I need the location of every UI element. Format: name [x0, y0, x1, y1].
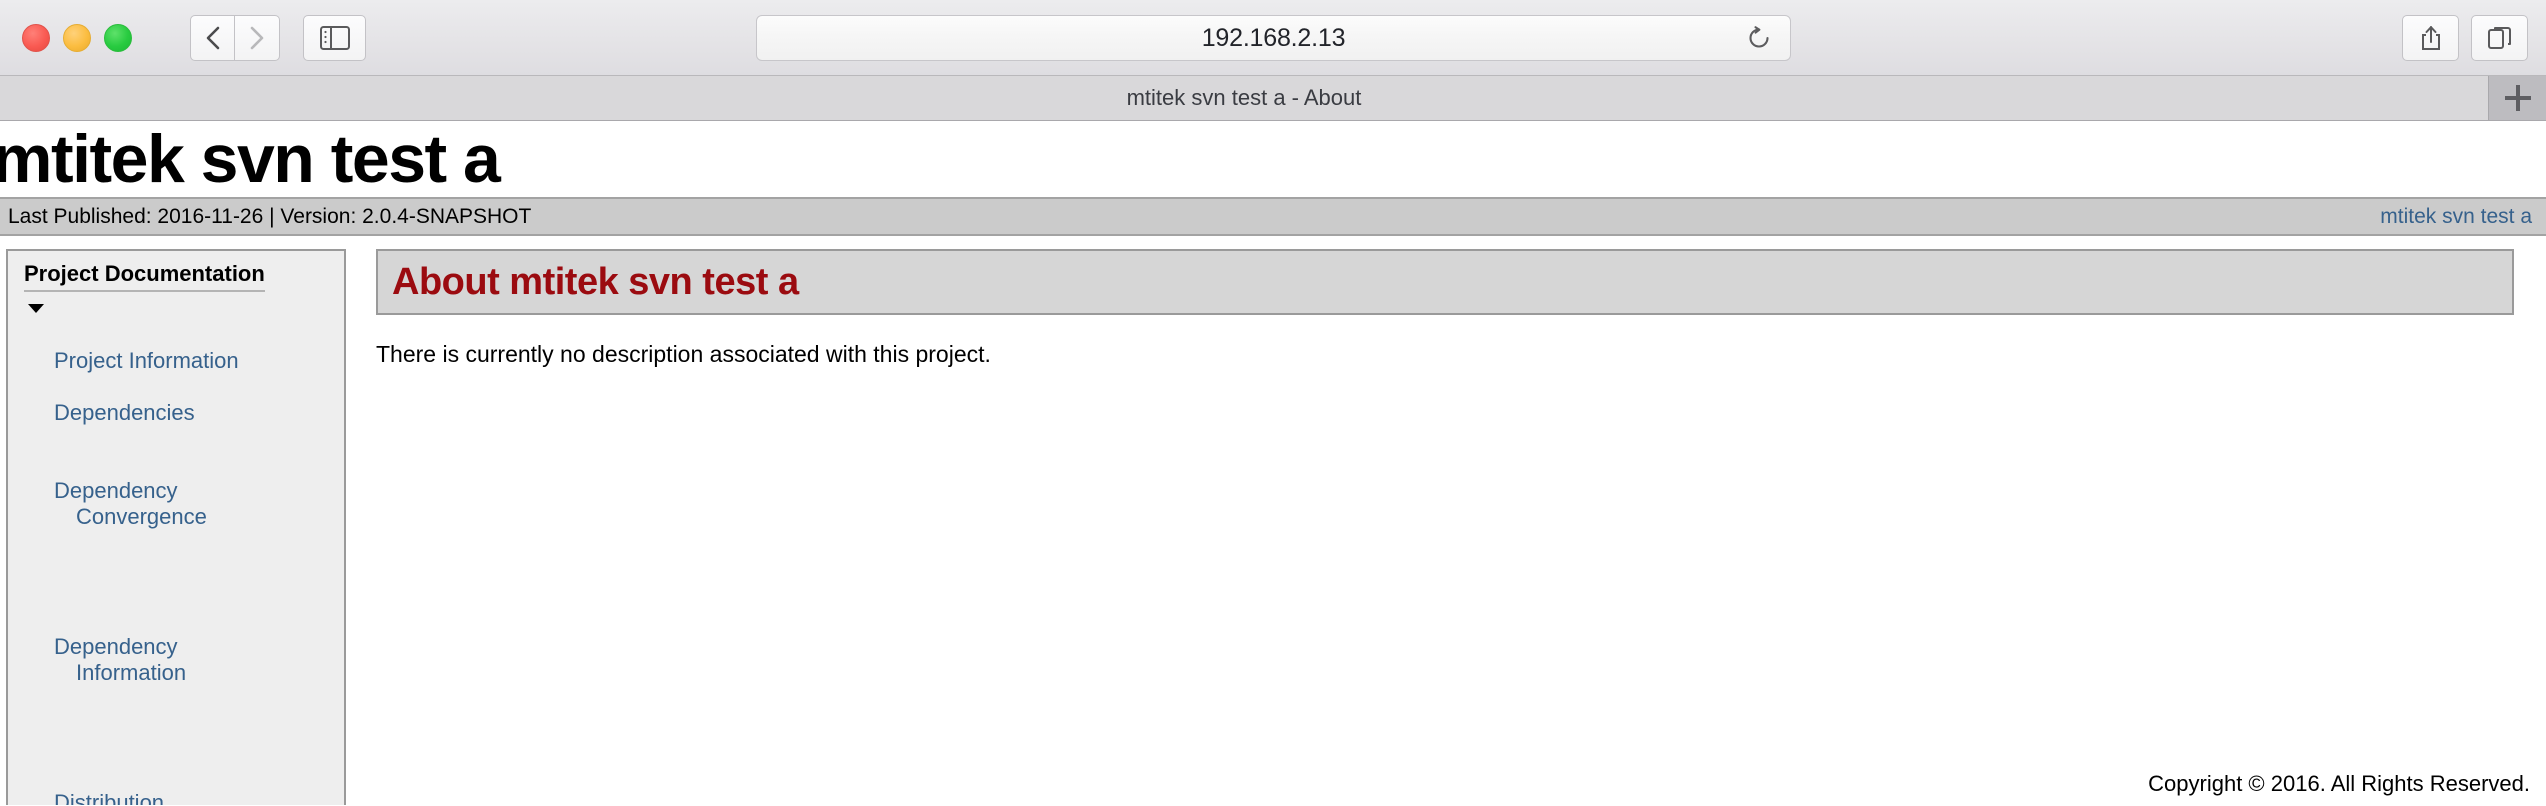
back-button[interactable]: [190, 14, 235, 61]
sidebar-item-project-information[interactable]: Project Information: [8, 296, 344, 374]
toolbar-right-buttons: [2402, 15, 2528, 61]
plus-icon: [2504, 85, 2531, 111]
page-title: About mtitek svn test a: [392, 260, 799, 303]
sidebar-link-line1: Dependency: [54, 634, 178, 659]
share-button[interactable]: [2402, 15, 2459, 61]
reload-button[interactable]: [1746, 25, 1772, 51]
address-bar-container: 192.168.2.13: [756, 15, 1791, 61]
site-banner-title: mtitek svn test a: [0, 121, 501, 197]
url-text: 192.168.2.13: [1201, 23, 1346, 52]
sidebar-icon: [319, 25, 350, 50]
chevron-right-icon: [250, 26, 264, 49]
sidebar-link-dependencies[interactable]: Dependencies: [54, 400, 195, 425]
browser-toolbar: 192.168.2.13: [0, 0, 2546, 76]
show-sidebar-button[interactable]: [303, 14, 366, 61]
main-content: About mtitek svn test a There is current…: [346, 249, 2546, 368]
publish-info-bar: Last Published: 2016-11-26 | Version: 2.…: [0, 197, 2546, 236]
tabs-icon: [2487, 27, 2511, 49]
minimize-window-button[interactable]: [63, 23, 91, 52]
share-icon: [2421, 26, 2440, 50]
site-banner: mtitek svn test a: [0, 121, 2546, 197]
tab-active[interactable]: mtitek svn test a - About: [0, 76, 2489, 120]
navigation-buttons: [190, 14, 280, 61]
footer-copyright: Copyright © 2016. All Rights Reserved.: [2148, 771, 2530, 796]
address-bar[interactable]: 192.168.2.13: [756, 15, 1791, 61]
sidebar-heading-wrap: Project Documentation: [8, 261, 344, 296]
sidebar-link-line1: Dependency: [54, 478, 178, 503]
maximize-window-button[interactable]: [104, 23, 132, 52]
tab-overview-button[interactable]: [2471, 15, 2528, 61]
window-traffic-lights: [22, 23, 132, 52]
triangle-down-icon: [28, 304, 44, 313]
sidebar-link-project-information[interactable]: Project Information: [54, 348, 239, 373]
breadcrumb-project-link[interactable]: mtitek svn test a: [2380, 205, 2532, 228]
close-window-button[interactable]: [22, 23, 50, 52]
sidebar-item-dependency-convergence[interactable]: Dependency Convergence: [8, 426, 344, 582]
sidebar-heading: Project Documentation: [24, 261, 265, 292]
sidebar-link-dependency-convergence[interactable]: Dependency Convergence: [54, 478, 344, 530]
breadcrumb: mtitek svn test a: [2380, 205, 2532, 229]
sidebar-item-dependencies[interactable]: Dependencies: [8, 374, 344, 426]
new-tab-button[interactable]: [2489, 76, 2546, 120]
reload-icon: [1749, 26, 1769, 48]
sidebar-link-line2: Information: [76, 660, 187, 685]
publish-info-text: Last Published: 2016-11-26 | Version: 2.…: [8, 204, 532, 228]
page-content: mtitek svn test a Last Published: 2016-1…: [0, 121, 2546, 805]
section-body-text: There is currently no description associ…: [376, 341, 991, 367]
tab-title: mtitek svn test a - About: [1126, 85, 1362, 110]
tab-bar: mtitek svn test a - About: [0, 76, 2546, 121]
sidebar-nav-list: Project Information Dependencies Depende…: [8, 296, 344, 805]
body-area: Project Documentation Project Informatio…: [0, 236, 2546, 805]
chevron-left-icon: [206, 26, 219, 49]
sidebar-link-line2: Convergence: [76, 504, 207, 529]
sidebar-item-dependency-information[interactable]: Dependency Information: [8, 582, 344, 738]
forward-button[interactable]: [235, 14, 280, 61]
sidebar-link-dependency-information[interactable]: Dependency Information: [54, 634, 344, 686]
section-header: About mtitek svn test a: [376, 249, 2514, 315]
sidebar-nav: Project Documentation Project Informatio…: [6, 249, 346, 805]
